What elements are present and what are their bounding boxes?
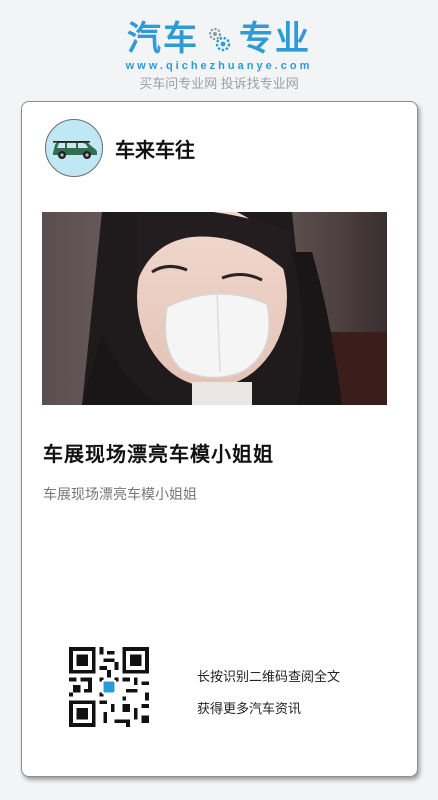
article-cover-image <box>42 212 387 405</box>
article-title: 车展现场漂亮车模小姐姐 <box>43 444 274 466</box>
logo-title: 汽车 专业 <box>127 20 311 58</box>
qr-code-icon <box>69 647 149 727</box>
site-slogan: 买车问专业网 投诉找专业网 <box>139 76 299 91</box>
qr-code <box>69 647 149 727</box>
qr-caption-line2: 获得更多汽车资讯 <box>197 702 302 717</box>
share-card: 车来车往 车展现场漂亮车模小姐姐 车展现场漂亮车模小姐姐 长按识别二维码查阅全文… <box>21 101 418 777</box>
avatar <box>45 119 103 177</box>
author-row: 车来车往 <box>45 119 195 177</box>
cover-photo <box>42 212 387 405</box>
logo-text-left: 汽车 <box>127 20 199 58</box>
author-name: 车来车往 <box>115 139 195 162</box>
logo-text-right: 专业 <box>239 20 311 58</box>
car-icon <box>53 141 97 159</box>
site-logo: 汽车 专业 www.qichezhuanye.com 买车问专业网 投诉找专业网 <box>0 20 438 92</box>
site-url: www.qichezhuanye.com <box>125 60 313 72</box>
qr-caption-line1: 长按识别二维码查阅全文 <box>197 670 341 685</box>
article-summary: 车展现场漂亮车模小姐姐 <box>43 487 197 503</box>
gears-icon <box>208 27 231 52</box>
qr-caption: 长按识别二维码查阅全文 获得更多汽车资讯 <box>197 662 340 726</box>
